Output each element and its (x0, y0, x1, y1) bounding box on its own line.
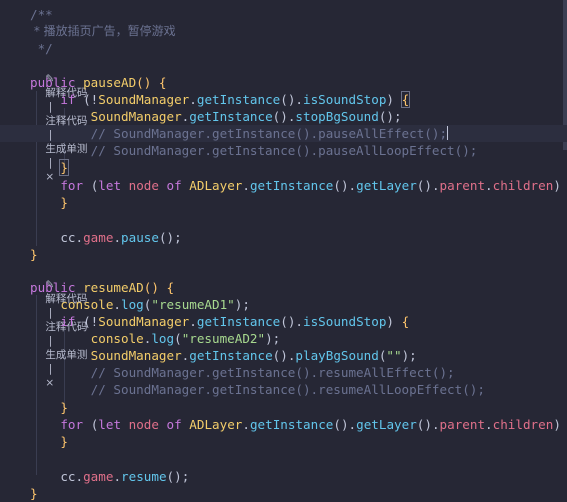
code-line: cc.game.resume(); (60, 469, 190, 484)
code-line: } (60, 400, 68, 415)
code-line: } (30, 247, 38, 262)
code-line: } (30, 486, 38, 501)
code-line: public resumeAD() { (30, 280, 175, 295)
code-line: SoundManager.getInstance().stopBgSound()… (90, 109, 402, 124)
code-line: SoundManager.getInstance().playBgSound("… (90, 348, 417, 363)
code-line: // SoundManager.getInstance().pauseAllEf… (90, 126, 449, 141)
code-line: } (60, 434, 68, 449)
code-line: } (60, 195, 68, 210)
code-line: // SoundManager.getInstance().resumeAllE… (90, 365, 455, 380)
code-line: public pauseAD() { (30, 75, 167, 90)
codelens-bar: ✎ 解释代码 | 注释代码 | 生成单测 | × (45, 73, 88, 183)
code-line: if (!SoundManager.getInstance().isSoundS… (60, 91, 411, 108)
code-line: /** (30, 7, 53, 22)
codelens-bar: ✎ 解释代码 | 注释代码 | 生成单测 | × (45, 279, 88, 389)
code-line: console.log("resumeAD2"); (90, 331, 281, 346)
code-editor[interactable]: /** * 播放插页广告，暂停游戏 */ ✎ 解释代码 | 注释代码 | 生成单… (0, 0, 567, 501)
code-line: cc.game.pause(); (60, 230, 182, 245)
code-line: for (let node of ADLayer.getInstance().g… (60, 178, 567, 193)
text-cursor (447, 126, 449, 140)
code-line: console.log("resumeAD1"); (60, 297, 250, 312)
code-line: // SoundManager.getInstance().pauseAllLo… (90, 143, 478, 158)
code-line: */ (30, 41, 53, 56)
code-line: } (59, 159, 69, 176)
code-line: // SoundManager.getInstance().resumeAllL… (90, 382, 485, 397)
code-line: * 播放插页广告，暂停游戏 (30, 24, 176, 38)
code-line: if (!SoundManager.getInstance().isSoundS… (60, 314, 410, 329)
code-line: for (let node of ADLayer.getInstance().g… (60, 417, 567, 432)
